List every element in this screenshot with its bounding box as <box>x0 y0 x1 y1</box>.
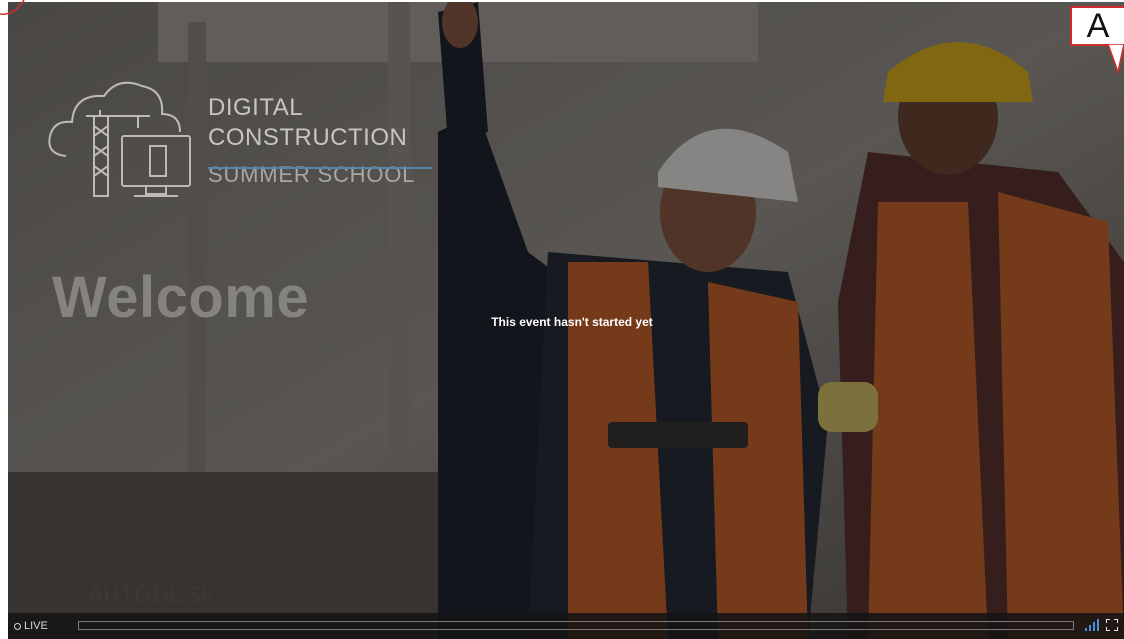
fullscreen-icon[interactable] <box>1106 619 1118 631</box>
logo-line-digital: DIGITAL <box>208 94 304 121</box>
live-label: LIVE <box>24 620 48 632</box>
brand-logo-text: AUTODESK <box>88 582 217 607</box>
signal-strength-icon[interactable] <box>1085 619 1101 631</box>
event-logo: DIGITAL CONSTRUCTION SUMMER SCHOOL <box>46 76 446 206</box>
live-dot-icon <box>14 622 21 630</box>
logo-divider <box>208 167 432 169</box>
cloud-crane-monitor-icon <box>48 81 191 197</box>
player-control-bar: LIVE <box>8 613 1124 639</box>
progress-bar[interactable] <box>78 621 1074 630</box>
live-indicator[interactable]: LIVE <box>14 620 48 632</box>
video-player[interactable]: DIGITAL CONSTRUCTION SUMMER SCHOOL Welco… <box>8 2 1124 639</box>
logo-line-construction: CONSTRUCTION <box>208 124 408 151</box>
annotation-badge: A <box>1070 6 1124 46</box>
annotation-arc-mark <box>0 0 25 15</box>
annotation-badge-label: A <box>1086 7 1110 45</box>
event-status-message: This event hasn't started yet <box>491 315 653 329</box>
annotation-pointer <box>1108 44 1124 75</box>
